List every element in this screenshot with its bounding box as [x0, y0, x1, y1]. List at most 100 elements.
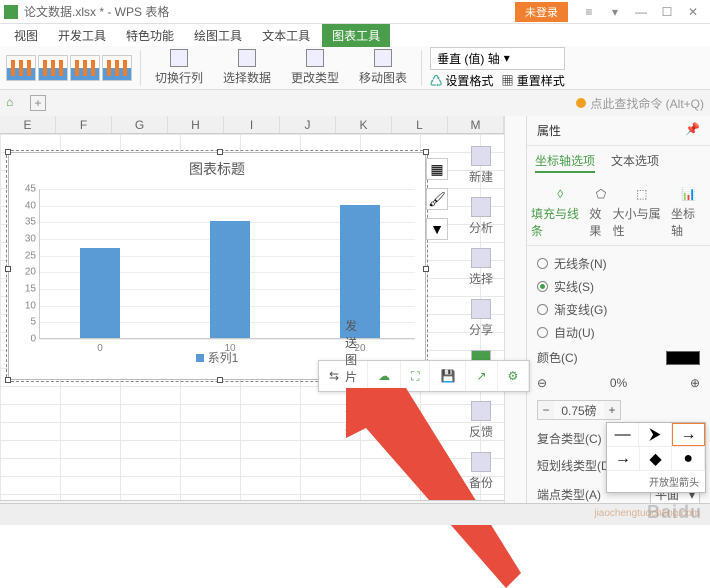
col-header[interactable]: I: [224, 116, 280, 133]
menu-special[interactable]: 特色功能: [118, 25, 182, 46]
rail-feedback[interactable]: 反馈: [469, 397, 493, 444]
resize-handle[interactable]: [423, 266, 429, 272]
radio-icon: [537, 281, 548, 292]
arrow-option[interactable]: ●: [672, 447, 705, 470]
chart-styles-button[interactable]: 🖌: [426, 188, 448, 210]
rail-new[interactable]: 新建: [469, 142, 493, 189]
chat-icon: [471, 401, 491, 421]
line-none-radio[interactable]: 无线条(N): [537, 252, 700, 275]
effects-tab[interactable]: ⬠效果: [589, 185, 612, 239]
minus-icon[interactable]: ⊖: [537, 376, 547, 390]
separator: [421, 50, 422, 86]
panel-title: 属性: [537, 122, 561, 139]
increment-button[interactable]: +: [604, 401, 620, 419]
minimize-button[interactable]: —: [628, 2, 654, 22]
set-format-button[interactable]: ♺ 设置格式: [430, 72, 493, 89]
home-tab-icon[interactable]: ⌂: [6, 95, 22, 111]
col-header[interactable]: F: [56, 116, 112, 133]
new-tab-button[interactable]: +: [30, 95, 46, 111]
menu-icon[interactable]: ≡: [576, 2, 602, 22]
rail-analyze[interactable]: 分析: [469, 193, 493, 240]
command-search[interactable]: 点此查找命令 (Alt+Q): [576, 95, 704, 112]
change-type-button[interactable]: 更改类型: [285, 47, 345, 88]
arrow-option[interactable]: →: [607, 447, 640, 470]
width-spinner[interactable]: − 0.75磅 +: [537, 400, 621, 420]
resize-handle[interactable]: [5, 149, 11, 155]
chart-style-thumb[interactable]: [6, 55, 36, 81]
export-button[interactable]: ↗: [466, 361, 497, 391]
resize-handle[interactable]: [217, 149, 223, 155]
save-button[interactable]: 💾: [430, 361, 466, 391]
reset-style-button[interactable]: ▦ 重置样式: [501, 72, 564, 89]
width-value[interactable]: 0.75磅: [554, 402, 604, 419]
chart-elements-button[interactable]: ▦: [426, 158, 448, 180]
col-header[interactable]: E: [0, 116, 56, 133]
embedded-chart[interactable]: 图表标题 05101520253035404501020 系列1: [8, 152, 426, 380]
chart-style-thumb[interactable]: [70, 55, 100, 81]
axis-combo[interactable]: 垂直 (值) 轴▾: [430, 47, 565, 70]
menu-text[interactable]: 文本工具: [254, 25, 318, 46]
radio-icon: [537, 304, 548, 315]
pin-icon[interactable]: 📌: [685, 122, 700, 139]
resize-handle[interactable]: [5, 377, 11, 383]
line-solid-radio[interactable]: 实线(S): [537, 275, 700, 298]
plus-icon[interactable]: ⊕: [690, 376, 700, 390]
resize-handle[interactable]: [217, 377, 223, 383]
spreadsheet[interactable]: E F G H I J K L M 图表标题 05101520253035404…: [0, 116, 504, 522]
arrow-option[interactable]: ⮞: [639, 423, 671, 446]
col-header[interactable]: M: [448, 116, 504, 133]
col-header[interactable]: K: [336, 116, 392, 133]
menu-drawing[interactable]: 绘图工具: [186, 25, 250, 46]
select-data-button[interactable]: 选择数据: [217, 47, 277, 88]
resize-handle[interactable]: [5, 266, 11, 272]
col-header[interactable]: H: [168, 116, 224, 133]
transparency-value: 0%: [610, 376, 627, 390]
analyze-icon: [471, 197, 491, 217]
axis-options-tab[interactable]: 坐标轴选项: [535, 152, 595, 173]
cloud-button[interactable]: ☁: [368, 361, 401, 391]
fill-line-tab[interactable]: ◊填充与线条: [531, 185, 589, 239]
line-gradient-radio[interactable]: 渐变线(G): [537, 298, 700, 321]
col-header[interactable]: J: [280, 116, 336, 133]
arrow-option[interactable]: ◆: [640, 447, 673, 470]
send-to-phone-button[interactable]: ⇆发送图片到手机: [319, 361, 368, 391]
panel-strip[interactable]: [505, 116, 527, 522]
separator: [140, 50, 141, 86]
rail-backup[interactable]: 备份: [469, 448, 493, 495]
app-icon: [4, 5, 18, 19]
radio-icon: [537, 327, 548, 338]
arrow-option[interactable]: —: [607, 423, 639, 446]
close-button[interactable]: ✕: [680, 2, 706, 22]
login-badge[interactable]: 未登录: [515, 2, 568, 22]
rail-share[interactable]: 分享: [469, 295, 493, 342]
fullscreen-button[interactable]: ⛶: [401, 361, 430, 391]
axis-tab[interactable]: 📊坐标轴: [671, 185, 706, 239]
switch-row-col-button[interactable]: 切换行列: [149, 47, 209, 88]
resize-handle[interactable]: [423, 149, 429, 155]
line-auto-radio[interactable]: 自动(U): [537, 321, 700, 344]
text-options-tab[interactable]: 文本选项: [611, 152, 659, 173]
chart-style-thumb[interactable]: [38, 55, 68, 81]
chart-title[interactable]: 图表标题: [9, 153, 425, 185]
menu-devtools[interactable]: 开发工具: [50, 25, 114, 46]
maximize-button[interactable]: ☐: [654, 2, 680, 22]
bucket-icon: ◊: [551, 185, 569, 203]
chart-style-thumb[interactable]: [102, 55, 132, 81]
settings-button[interactable]: ⚙: [498, 361, 530, 391]
dropdown-icon[interactable]: ▾: [602, 2, 628, 22]
menu-chart-tools[interactable]: 图表工具: [322, 24, 390, 47]
title-bar: 论文数据.xlsx * - WPS 表格 未登录 ≡ ▾ — ☐ ✕: [0, 0, 710, 24]
color-swatch[interactable]: [666, 351, 700, 365]
arrow-option-selected[interactable]: →: [672, 423, 705, 446]
col-header[interactable]: L: [392, 116, 448, 133]
col-header[interactable]: G: [112, 116, 168, 133]
size-tab[interactable]: ⬚大小与属性: [613, 185, 671, 239]
decrement-button[interactable]: −: [538, 401, 554, 419]
chart-filter-button[interactable]: ▼: [426, 218, 448, 240]
menu-view[interactable]: 视图: [6, 25, 46, 46]
chart-plot[interactable]: 05101520253035404501020: [39, 189, 415, 339]
transparency-row: ⊖ 0% ⊕: [537, 371, 700, 395]
rail-select[interactable]: 选择: [469, 244, 493, 291]
chart-style-gallery[interactable]: [6, 55, 132, 81]
move-chart-button[interactable]: 移动图表: [353, 47, 413, 88]
